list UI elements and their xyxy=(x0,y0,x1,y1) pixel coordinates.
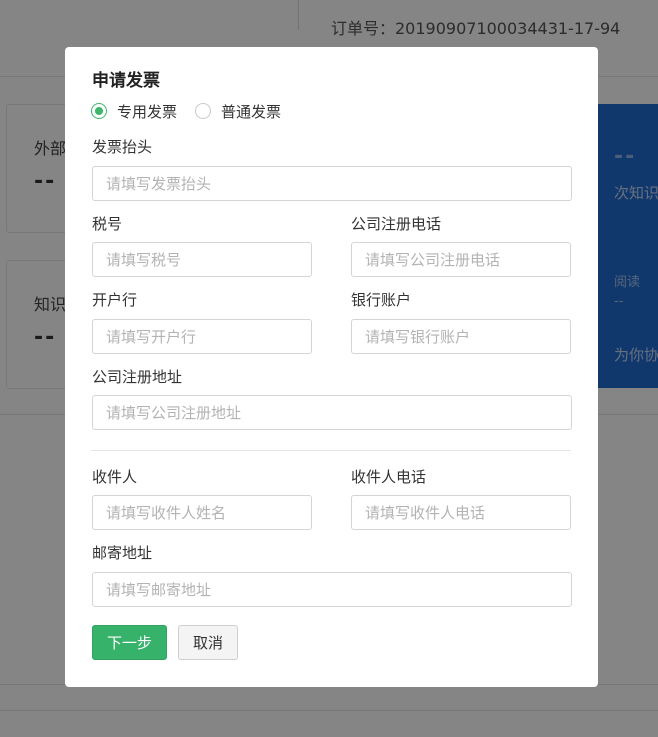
mail-address-label: 邮寄地址 xyxy=(92,544,153,562)
next-step-button[interactable]: 下一步 xyxy=(92,625,167,660)
bank-account-input[interactable] xyxy=(351,319,571,354)
company-phone-input[interactable] xyxy=(351,242,571,277)
mail-address-input[interactable] xyxy=(92,572,572,607)
radio-special-invoice[interactable]: 专用发票 xyxy=(91,101,177,122)
form-divider xyxy=(91,450,571,451)
cancel-button[interactable]: 取消 xyxy=(178,625,238,660)
bank-account-label: 银行账户 xyxy=(351,291,412,309)
recipient-phone-input[interactable] xyxy=(351,495,571,530)
radio-normal-invoice[interactable]: 普通发票 xyxy=(195,101,281,122)
radio-checked-icon xyxy=(91,103,107,119)
recipient-phone-label: 收件人电话 xyxy=(351,468,427,486)
radio-label: 专用发票 xyxy=(117,102,178,121)
invoice-title-label: 发票抬头 xyxy=(92,138,153,156)
invoice-title-input[interactable] xyxy=(92,166,572,201)
tax-number-label: 税号 xyxy=(92,215,123,233)
recipient-input[interactable] xyxy=(92,495,312,530)
tax-number-input[interactable] xyxy=(92,242,312,277)
company-address-label: 公司注册地址 xyxy=(92,368,183,386)
radio-unchecked-icon xyxy=(195,103,212,119)
radio-label: 普通发票 xyxy=(221,102,282,121)
company-address-input[interactable] xyxy=(92,395,572,430)
invoice-dialog: 申请发票 专用发票 普通发票 发票抬头 税号 公司注册电话 开户行 银行账户 公… xyxy=(65,47,598,687)
bank-input[interactable] xyxy=(92,319,312,354)
company-phone-label: 公司注册电话 xyxy=(351,215,442,233)
invoice-type-group: 专用发票 普通发票 xyxy=(91,101,299,121)
dialog-title: 申请发票 xyxy=(92,71,160,91)
bank-label: 开户行 xyxy=(92,291,138,309)
recipient-label: 收件人 xyxy=(92,468,138,486)
